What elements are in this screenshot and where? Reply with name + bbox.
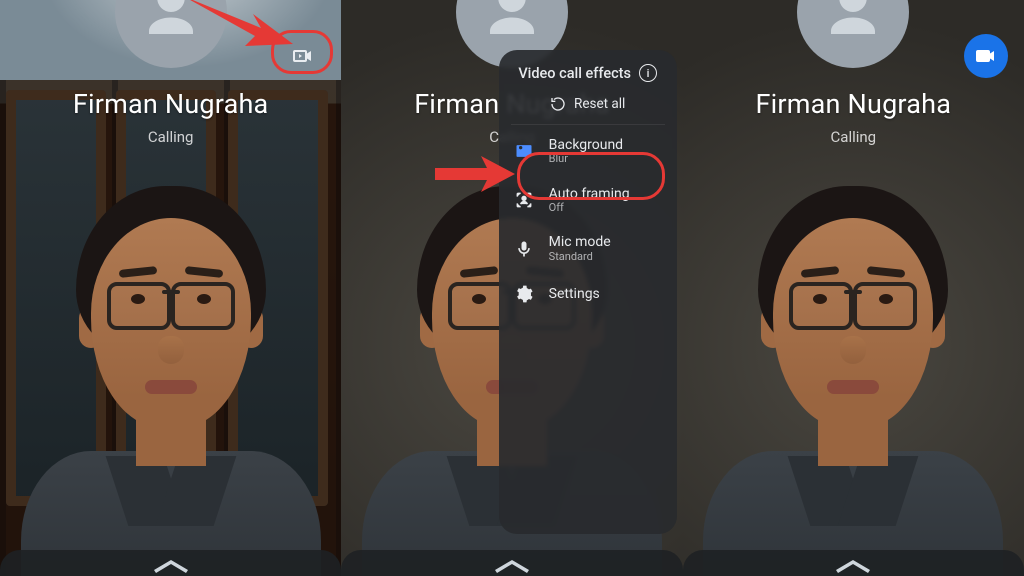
effects-item-micmode[interactable]: Mic mode Standard xyxy=(499,224,677,273)
call-controls-bar[interactable] xyxy=(0,550,341,576)
effects-panel-title-row: Video call effects i xyxy=(499,64,677,82)
video-effects-panel: Video call effects i Reset all Backgroun… xyxy=(499,50,677,534)
camera-icon xyxy=(291,44,315,68)
call-controls-bar[interactable] xyxy=(683,550,1024,576)
chevron-up-icon xyxy=(491,556,533,574)
caller-selfview xyxy=(21,156,321,576)
video-effects-button[interactable] xyxy=(281,34,325,78)
caller-selfview xyxy=(703,156,1003,576)
mic-icon xyxy=(513,238,535,260)
person-icon xyxy=(138,0,204,45)
caller-name: Firman Nugraha xyxy=(683,88,1024,120)
camera-icon xyxy=(974,44,998,68)
screenshot-step-1: Firman Nugraha Calling xyxy=(0,0,341,576)
screenshot-step-3: Firman Nugraha Calling xyxy=(683,0,1024,576)
gear-icon xyxy=(513,283,535,305)
call-status: Calling xyxy=(0,128,341,146)
effects-item-settings[interactable]: Settings xyxy=(499,273,677,315)
call-status: Calling xyxy=(683,128,1024,146)
avatar xyxy=(797,0,909,68)
call-controls-bar[interactable] xyxy=(341,550,682,576)
video-effects-button[interactable] xyxy=(964,34,1008,78)
chevron-up-icon xyxy=(150,556,192,574)
avatar xyxy=(115,0,227,68)
info-icon[interactable]: i xyxy=(639,64,657,82)
person-icon xyxy=(479,0,545,45)
image-icon xyxy=(513,140,535,162)
screenshot-step-2: Firman Nugraha Calling Video call effect… xyxy=(341,0,682,576)
reset-all-button[interactable]: Reset all xyxy=(499,90,677,122)
effects-panel-title: Video call effects xyxy=(518,65,631,82)
effects-item-background[interactable]: Background Blur xyxy=(499,127,677,176)
effects-item-autoframing[interactable]: Auto framing Off xyxy=(499,176,677,225)
person-icon xyxy=(820,0,886,45)
framing-icon xyxy=(513,189,535,211)
caller-name: Firman Nugraha xyxy=(0,88,341,120)
chevron-up-icon xyxy=(832,556,874,574)
reset-icon xyxy=(550,96,566,112)
tutorial-triptych: Firman Nugraha Calling Firman Nugraha xyxy=(0,0,1024,576)
